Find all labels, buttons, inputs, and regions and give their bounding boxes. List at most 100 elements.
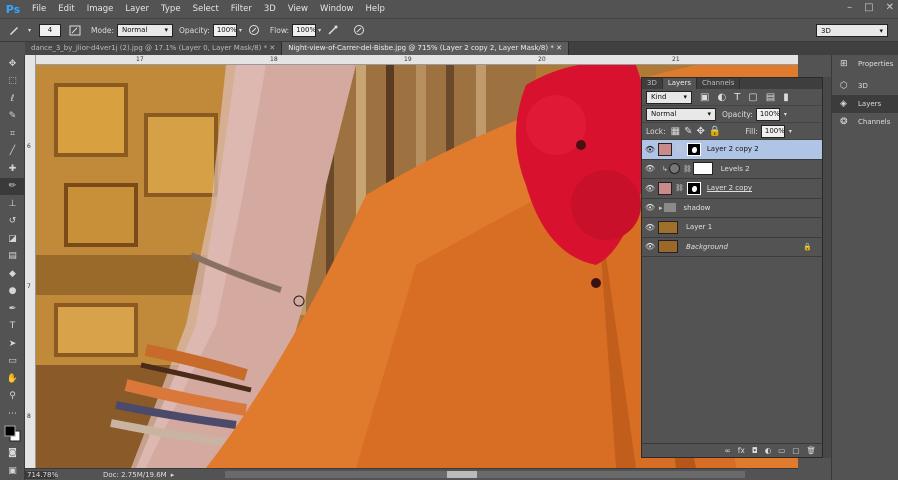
- more-tools-icon[interactable]: ⋯: [0, 405, 25, 423]
- mode-select[interactable]: Normal ▾: [116, 23, 173, 37]
- menu-layer[interactable]: Layer: [119, 4, 155, 14]
- pixel-filter-icon[interactable]: ▣: [700, 92, 709, 103]
- clone-stamp-tool-icon[interactable]: ⊥: [0, 195, 25, 213]
- zoom-level-field[interactable]: 714.78%: [25, 470, 58, 479]
- zoom-tool-icon[interactable]: ⚲: [0, 388, 25, 406]
- pen-tool-icon[interactable]: ✒: [0, 300, 25, 318]
- rectangle-tool-icon[interactable]: ▭: [0, 353, 25, 371]
- dock-3d[interactable]: ⬡ 3D: [832, 77, 898, 95]
- chevron-down-icon[interactable]: ▾: [784, 111, 787, 118]
- menu-image[interactable]: Image: [81, 4, 120, 14]
- menu-file[interactable]: File: [26, 4, 52, 14]
- lock-position-icon[interactable]: ✥: [696, 126, 704, 137]
- document-tab[interactable]: dance_3_by_jlior-d4ver1j (2).jpg @ 17.1%…: [25, 42, 283, 55]
- eyedropper-tool-icon[interactable]: ╱: [0, 143, 25, 161]
- lasso-tool-icon[interactable]: ℓ: [0, 90, 25, 108]
- blend-mode-select[interactable]: Normal ▾: [646, 107, 716, 121]
- healing-brush-tool-icon[interactable]: ✚: [0, 160, 25, 178]
- tab-layers[interactable]: Layers: [662, 78, 698, 89]
- menu-view[interactable]: View: [282, 4, 314, 14]
- status-menu-arrow-icon[interactable]: ▸: [171, 471, 175, 479]
- brush-size-field[interactable]: 4: [39, 23, 62, 37]
- menu-filter[interactable]: Filter: [225, 4, 258, 14]
- close-icon[interactable]: ✕: [269, 44, 275, 52]
- layers-panel-scrollbar[interactable]: [823, 77, 831, 458]
- lock-transparent-icon[interactable]: ▦: [671, 126, 680, 137]
- close-icon[interactable]: ✕: [556, 44, 562, 52]
- adjustment-layer-icon[interactable]: ◐: [765, 446, 772, 455]
- link-icon[interactable]: ⛓: [675, 145, 684, 153]
- airbrush-icon[interactable]: [327, 24, 339, 36]
- hand-tool-icon[interactable]: ✋: [0, 370, 25, 388]
- move-tool-icon[interactable]: ✥: [0, 55, 25, 73]
- eye-icon[interactable]: 👁: [642, 223, 658, 232]
- chevron-down-icon[interactable]: ▾: [318, 27, 321, 34]
- layer-mask-thumbnail[interactable]: [692, 162, 713, 176]
- link-icon[interactable]: ⛓: [683, 165, 692, 173]
- brush-tool-icon[interactable]: ✏: [0, 177, 25, 195]
- crop-tool-icon[interactable]: ⌗: [0, 125, 25, 143]
- pressure-size-icon[interactable]: [353, 24, 365, 36]
- menu-type[interactable]: Type: [155, 4, 187, 14]
- quick-select-tool-icon[interactable]: ✎: [0, 108, 25, 126]
- history-brush-tool-icon[interactable]: ↺: [0, 213, 25, 231]
- lock-pixels-icon[interactable]: ✎: [684, 126, 692, 137]
- trash-icon[interactable]: 🗑: [806, 446, 816, 455]
- dock-channels[interactable]: ❂ Channels: [832, 113, 898, 131]
- layer-opacity-field[interactable]: 100%: [755, 107, 780, 121]
- dodge-tool-icon[interactable]: ●: [0, 283, 25, 301]
- layer-row-levels-2[interactable]: 👁 ↳ ⛓ Levels 2: [642, 160, 822, 179]
- eye-icon[interactable]: 👁: [642, 203, 658, 212]
- menu-select[interactable]: Select: [187, 4, 225, 14]
- layer-style-icon[interactable]: fx: [738, 446, 745, 455]
- chevron-down-icon[interactable]: ▾: [28, 27, 31, 34]
- eraser-tool-icon[interactable]: ◪: [0, 230, 25, 248]
- document-tab-active[interactable]: Night-view-of-Carrer-del-Bisbe.jpg @ 715…: [282, 42, 569, 55]
- screen-mode-icon[interactable]: ▣: [0, 462, 25, 480]
- new-group-icon[interactable]: ▭: [778, 446, 785, 455]
- pressure-opacity-icon[interactable]: [248, 24, 260, 36]
- brush-tool-preset-icon[interactable]: [8, 24, 20, 36]
- color-swatches-icon[interactable]: [0, 423, 25, 445]
- lock-all-icon[interactable]: 🔒: [709, 126, 721, 137]
- layer-row-background[interactable]: 👁 Background 🔒: [642, 238, 822, 257]
- dock-properties[interactable]: ⊞ Properties: [832, 55, 898, 73]
- link-icon[interactable]: ⛓: [675, 184, 684, 192]
- dock-layers[interactable]: ◈ Layers: [832, 95, 898, 113]
- add-mask-icon[interactable]: ◘: [752, 446, 758, 455]
- tab-channels[interactable]: Channels: [697, 78, 741, 89]
- marquee-tool-icon[interactable]: ⬚: [0, 73, 25, 91]
- fill-field[interactable]: 100%: [760, 124, 785, 138]
- smart-object-filter-icon[interactable]: ▤: [766, 92, 775, 103]
- horizontal-scrollbar[interactable]: [225, 471, 745, 478]
- chevron-down-icon[interactable]: ▾: [239, 27, 242, 34]
- blur-tool-icon[interactable]: ◆: [0, 265, 25, 283]
- document-size[interactable]: Doc: 2.75M/19.6M: [103, 471, 167, 479]
- opacity-field[interactable]: 100%: [212, 23, 237, 37]
- gradient-tool-icon[interactable]: ▤: [0, 248, 25, 266]
- path-selection-tool-icon[interactable]: ➤: [0, 335, 25, 353]
- filter-toggle-icon[interactable]: ▮: [783, 92, 789, 103]
- eye-icon[interactable]: 👁: [642, 145, 658, 154]
- menu-3d[interactable]: 3D: [258, 4, 282, 14]
- workspace-select[interactable]: 3D ▾: [816, 24, 888, 37]
- type-filter-icon[interactable]: T: [734, 92, 740, 103]
- layer-mask-thumbnail[interactable]: [686, 181, 701, 195]
- adjustment-filter-icon[interactable]: ◐: [717, 92, 726, 103]
- eye-icon[interactable]: 👁: [642, 242, 658, 251]
- close-icon[interactable]: ✕: [886, 2, 894, 13]
- tab-3d[interactable]: 3D: [642, 78, 663, 89]
- menu-window[interactable]: Window: [314, 4, 360, 14]
- menu-help[interactable]: Help: [360, 4, 391, 14]
- layer-row-layer-1[interactable]: 👁 Layer 1: [642, 218, 822, 238]
- quick-mask-icon[interactable]: ◙: [0, 445, 25, 463]
- eye-icon[interactable]: 👁: [642, 184, 658, 193]
- type-tool-icon[interactable]: T: [0, 318, 25, 336]
- minimize-icon[interactable]: –: [847, 2, 852, 13]
- layer-row-shadow[interactable]: 👁 ▸ shadow: [642, 199, 822, 218]
- expand-arrow-icon[interactable]: ▸: [659, 204, 663, 212]
- flow-field[interactable]: 100%: [292, 23, 316, 37]
- layer-mask-thumbnail[interactable]: [686, 142, 701, 156]
- chevron-down-icon[interactable]: ▾: [789, 128, 792, 135]
- filter-kind-select[interactable]: Kind ▾: [646, 90, 692, 104]
